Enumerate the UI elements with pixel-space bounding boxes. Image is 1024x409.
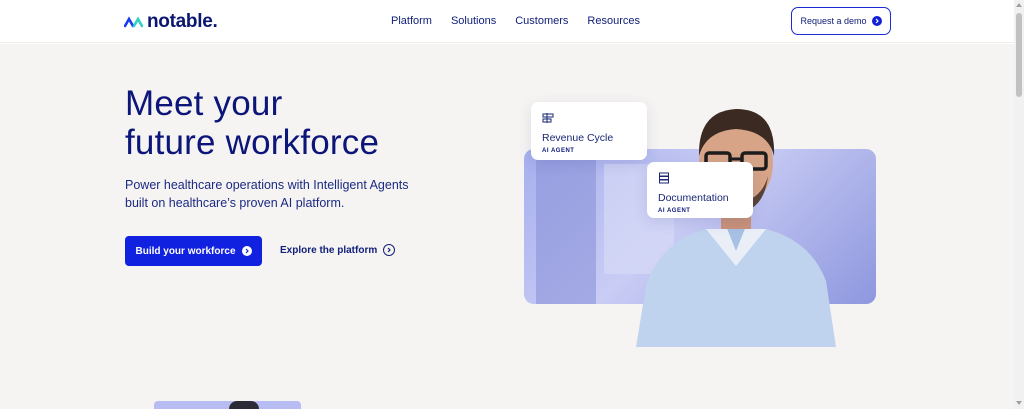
workflow-icon xyxy=(542,113,554,123)
preview-shape xyxy=(229,401,259,409)
nav-platform[interactable]: Platform xyxy=(391,15,432,27)
nav-links: Platform Solutions Customers Resources xyxy=(391,15,640,27)
nav-customers[interactable]: Customers xyxy=(515,15,568,27)
documentation-agent-card: Documentation AI AGENT xyxy=(647,162,753,218)
nav-solutions[interactable]: Solutions xyxy=(451,15,496,27)
arrow-right-icon xyxy=(241,246,252,256)
document-stack-icon xyxy=(659,172,669,184)
arrow-right-circle-icon xyxy=(383,244,396,256)
backdrop-window xyxy=(536,149,596,304)
arrow-right-icon xyxy=(871,16,882,26)
scroll-up-icon[interactable] xyxy=(1016,3,1022,7)
documentation-card-title: Documentation xyxy=(658,192,729,204)
logo-mark-icon xyxy=(124,16,143,28)
scroll-down-icon[interactable] xyxy=(1016,401,1022,405)
request-demo-label: Request a demo xyxy=(800,16,867,26)
hero-headline: Meet your future workforce xyxy=(125,84,379,162)
headline-line-2: future workforce xyxy=(125,123,380,162)
documentation-card-tag: AI AGENT xyxy=(658,208,691,214)
build-workforce-label: Build your workforce xyxy=(135,245,236,257)
nav-resources[interactable]: Resources xyxy=(587,15,640,27)
explore-platform-link[interactable]: Explore the platform xyxy=(280,244,396,256)
revenue-cycle-agent-card: Revenue Cycle AI AGENT xyxy=(531,102,647,160)
hero-subtext: Power healthcare operations with Intelli… xyxy=(125,178,409,210)
scrollbar-thumb[interactable] xyxy=(1016,13,1022,97)
smiling-man-photo xyxy=(636,109,836,347)
next-section-image-preview xyxy=(154,401,301,409)
explore-platform-label: Explore the platform xyxy=(280,244,378,256)
headline-line-1: Meet your xyxy=(125,84,283,123)
revenue-cycle-card-tag: AI AGENT xyxy=(542,148,575,154)
build-workforce-button[interactable]: Build your workforce xyxy=(125,236,262,266)
page-scrollbar[interactable] xyxy=(1014,0,1024,409)
request-demo-button[interactable]: Request a demo xyxy=(791,7,891,35)
notable-logo[interactable]: notable. xyxy=(124,11,218,33)
revenue-cycle-card-title: Revenue Cycle xyxy=(542,132,614,144)
top-nav: notable. Platform Solutions Customers Re… xyxy=(0,0,1014,43)
logo-text: notable. xyxy=(147,11,218,32)
